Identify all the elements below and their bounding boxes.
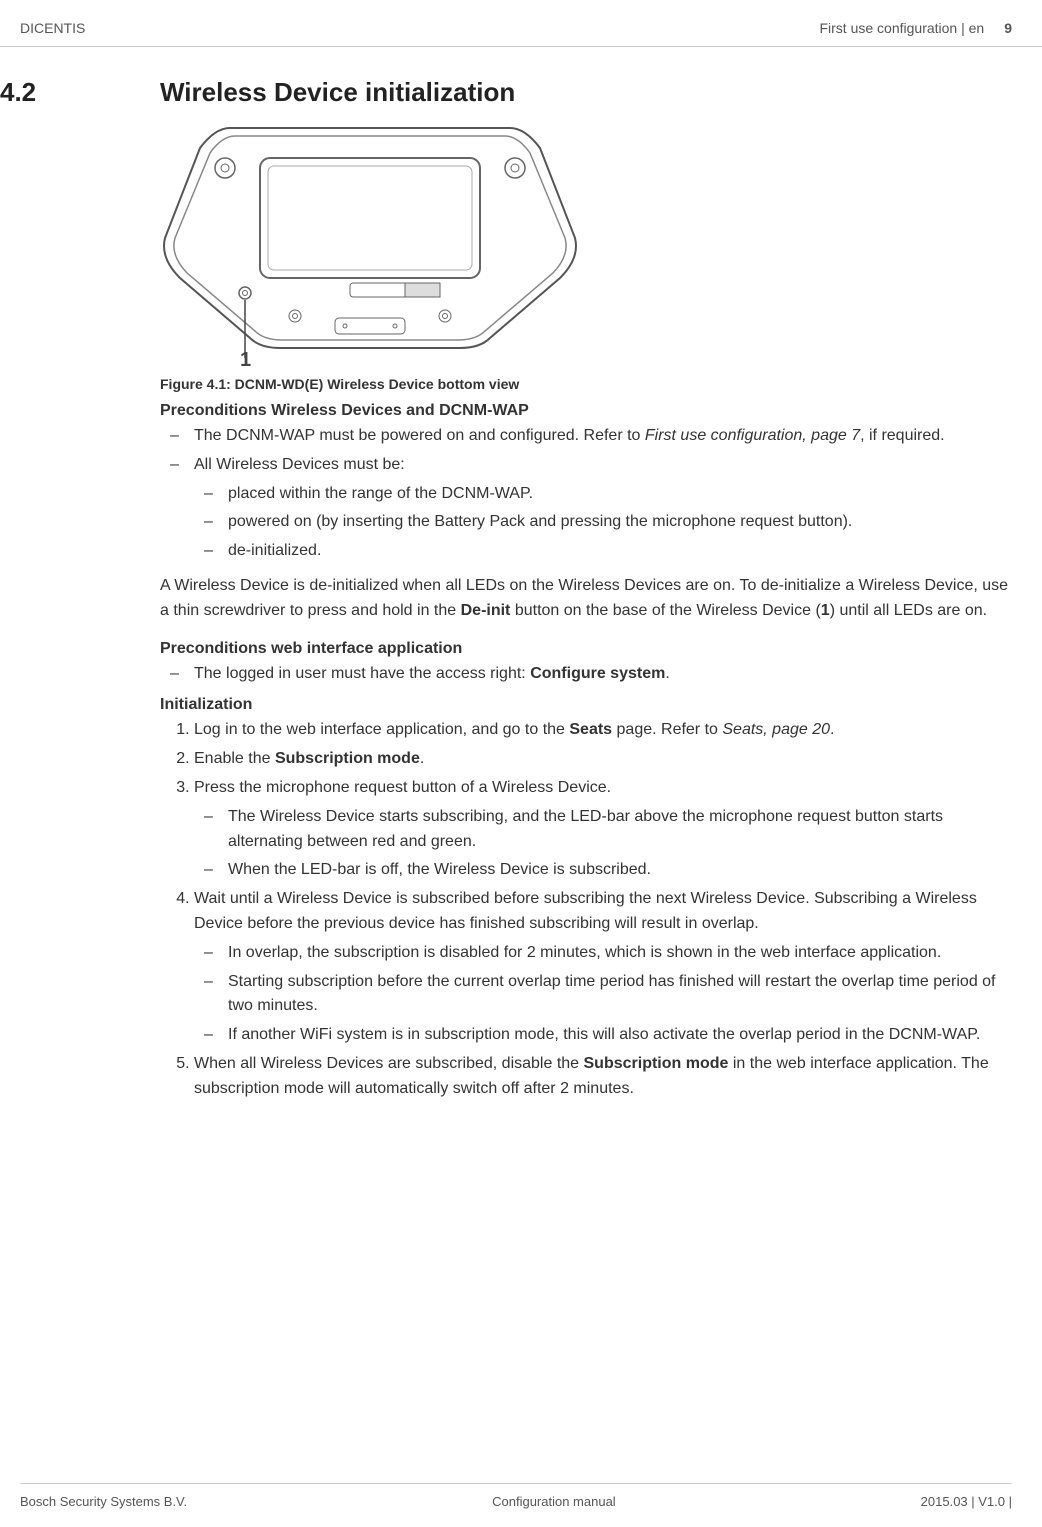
list-item: powered on (by inserting the Battery Pac… — [228, 510, 1012, 535]
device-figure: 1 — [160, 118, 1012, 368]
list-item: Starting subscription before the current… — [228, 970, 1012, 1020]
list-item: In overlap, the subscription is disabled… — [228, 941, 1012, 966]
page-header: DICENTIS First use configuration | en 9 — [0, 0, 1042, 47]
list-item: Press the microphone request button of a… — [194, 776, 1012, 883]
preconditions-web-heading: Preconditions web interface application — [160, 640, 1012, 658]
list-item: The DCNM-WAP must be powered on and conf… — [194, 424, 1012, 449]
preconditions-devices-heading: Preconditions Wireless Devices and DCNM-… — [160, 402, 1012, 420]
nested-list: The Wireless Device starts subscribing, … — [194, 805, 1012, 883]
device-diagram-icon: 1 — [160, 118, 580, 368]
nested-list: In overlap, the subscription is disabled… — [194, 941, 1012, 1048]
main-content: Wireless Device initialization — [160, 77, 1012, 1112]
preconditions-web-list: The logged in user must have the access … — [160, 662, 1012, 687]
list-item: If another WiFi system is in subscriptio… — [228, 1023, 1012, 1048]
page-number: 9 — [1004, 20, 1012, 36]
list-item: When all Wireless Devices are subscribed… — [194, 1052, 1012, 1102]
section-number: 4.2 — [0, 77, 160, 1112]
preconditions-devices-list: The DCNM-WAP must be powered on and conf… — [160, 424, 1012, 564]
figure-callout-1: 1 — [240, 349, 251, 368]
initialization-steps: Log in to the web interface application,… — [160, 718, 1012, 1101]
footer-center: Configuration manual — [492, 1494, 616, 1509]
deinit-paragraph: A Wireless Device is de-initialized when… — [160, 574, 1012, 624]
footer-right: 2015.03 | V1.0 | — [921, 1494, 1012, 1509]
list-item: When the LED-bar is off, the Wireless De… — [228, 858, 1012, 883]
list-item: The logged in user must have the access … — [194, 662, 1012, 687]
list-item: Enable the Subscription mode. — [194, 747, 1012, 772]
nested-list: placed within the range of the DCNM-WAP.… — [194, 482, 1012, 564]
header-section: First use configuration | en — [819, 20, 984, 36]
list-item: Log in to the web interface application,… — [194, 718, 1012, 743]
page-footer: Bosch Security Systems B.V. Configuratio… — [20, 1483, 1012, 1509]
list-item: placed within the range of the DCNM-WAP. — [228, 482, 1012, 507]
section-title: Wireless Device initialization — [160, 77, 1012, 108]
figure-caption: Figure 4.1: DCNM-WD(E) Wireless Device b… — [160, 376, 1012, 392]
header-right: First use configuration | en 9 — [819, 20, 1012, 36]
footer-left: Bosch Security Systems B.V. — [20, 1494, 187, 1509]
list-item: de-initialized. — [228, 539, 1012, 564]
list-item: All Wireless Devices must be: placed wit… — [194, 453, 1012, 564]
list-item: The Wireless Device starts subscribing, … — [228, 805, 1012, 855]
initialization-heading: Initialization — [160, 696, 1012, 714]
header-left: DICENTIS — [20, 20, 85, 36]
list-item: Wait until a Wireless Device is subscrib… — [194, 887, 1012, 1048]
